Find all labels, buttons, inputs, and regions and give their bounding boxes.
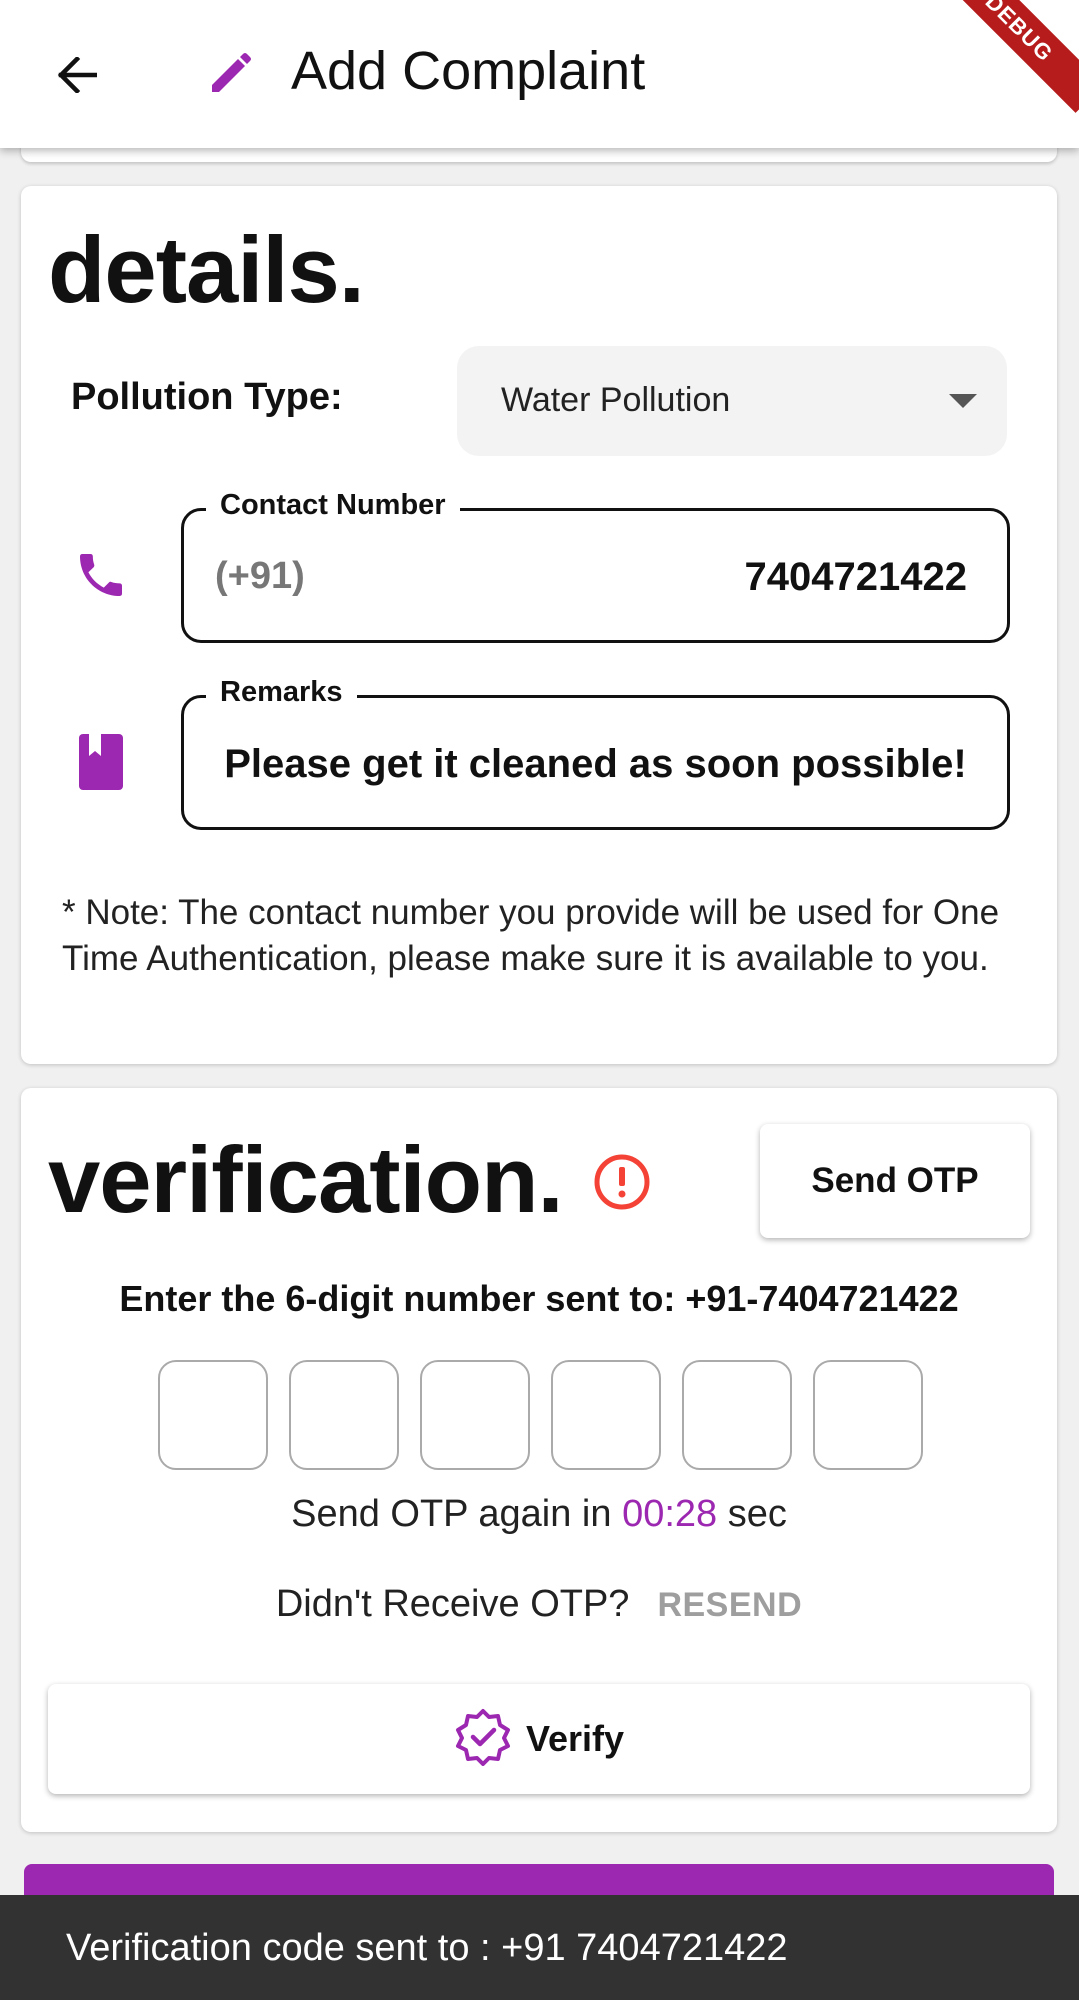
details-heading: details. [48, 217, 365, 322]
details-card: details. Pollution Type: Water Pollution… [21, 186, 1057, 1064]
otp-input-row [158, 1360, 923, 1470]
send-otp-button[interactable]: Send OTP [760, 1124, 1030, 1238]
resend-timer: Send OTP again in 00:28 sec [21, 1493, 1057, 1536]
verified-badge-icon [454, 1708, 512, 1771]
otp-digit-4[interactable] [551, 1360, 661, 1470]
book-icon [71, 732, 131, 792]
otp-instruction: Enter the 6-digit number sent to: +91-74… [119, 1278, 959, 1319]
not-received-text: Didn't Receive OTP? [275, 1583, 630, 1625]
timer-prefix: Send OTP again in [291, 1493, 623, 1535]
verify-button[interactable]: Verify [48, 1684, 1030, 1794]
contact-note: * Note: The contact number you provide w… [62, 893, 1000, 978]
snackbar-message: Verification code sent to : +91 74047214… [66, 1927, 788, 1969]
pollution-type-dropdown[interactable]: Water Pollution [457, 346, 1007, 456]
otp-digit-1[interactable] [158, 1360, 268, 1470]
timer-suffix: sec [717, 1493, 787, 1535]
error-outline-icon [593, 1153, 651, 1211]
otp-digit-2[interactable] [289, 1360, 399, 1470]
resend-button[interactable]: RESEND [657, 1586, 802, 1624]
arrow-back-icon[interactable] [44, 42, 110, 108]
remarks-label: Remarks [206, 676, 357, 709]
resend-row: Didn't Receive OTP? RESEND [21, 1583, 1057, 1626]
contact-number-label: Contact Number [206, 489, 460, 522]
phone-icon [71, 545, 131, 605]
timer-value: 00:28 [622, 1493, 718, 1535]
verify-label: Verify [525, 1718, 625, 1759]
contact-number-field[interactable]: Contact Number (+91) 7404721422 [181, 489, 1010, 643]
page-title: Add Complaint [291, 41, 646, 101]
verification-card: verification. Send OTP Enter the 6-digit… [21, 1088, 1057, 1832]
pencil-icon [200, 44, 260, 104]
remarks-value: Please get it cleaned as soon possible! [224, 742, 967, 786]
snackbar: Verification code sent to : +91 74047214… [0, 1895, 1079, 2000]
otp-digit-6[interactable] [813, 1360, 923, 1470]
app-bar: Add Complaint [0, 0, 1079, 148]
remarks-field[interactable]: Remarks Please get it cleaned as soon po… [181, 676, 1010, 830]
otp-digit-5[interactable] [682, 1360, 792, 1470]
verification-heading: verification. [48, 1127, 564, 1232]
country-code-prefix: (+91) [215, 555, 305, 597]
otp-digit-3[interactable] [420, 1360, 530, 1470]
pollution-type-value: Water Pollution [501, 381, 731, 419]
contact-number-value: 7404721422 [744, 555, 967, 599]
pollution-type-label: Pollution Type: [71, 376, 343, 418]
dropdown-arrow-icon [949, 394, 977, 408]
